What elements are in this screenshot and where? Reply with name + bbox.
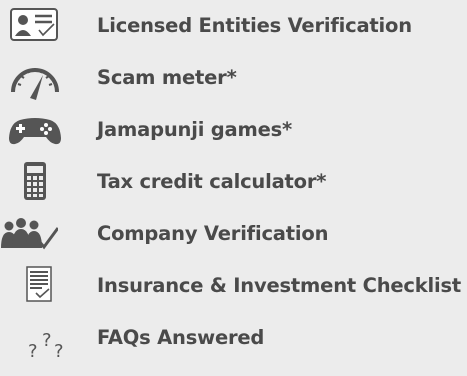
menu-item-jamapunji-games[interactable]: Jamapunji games* — [0, 106, 467, 154]
menu-item-label: FAQs Answered — [97, 326, 265, 349]
svg-text:?: ? — [28, 341, 38, 362]
menu-item-licensed-entities-verification[interactable]: Licensed Entities Verification — [0, 2, 467, 50]
menu-item-insurance-investment-checklist[interactable]: Insurance & Investment Checklist — [0, 262, 467, 310]
people-check-icon — [1, 210, 64, 258]
svg-text:?: ? — [42, 330, 52, 351]
menu-item-label: Jamapunji games* — [97, 118, 293, 141]
menu-item-tax-credit-calculator[interactable]: Tax credit calculator* — [0, 158, 467, 206]
gamepad-icon — [6, 106, 64, 154]
speedometer-icon — [6, 54, 64, 102]
id-card-check-icon — [6, 2, 64, 50]
menu-item-label: Tax credit calculator* — [97, 170, 327, 193]
tools-menu: Licensed Entities Verification Scam mete… — [0, 0, 467, 376]
menu-item-label: Company Verification — [97, 222, 329, 245]
menu-item-company-verification[interactable]: Company Verification — [0, 210, 467, 258]
menu-item-label: Licensed Entities Verification — [97, 14, 412, 37]
checklist-document-icon — [6, 262, 64, 310]
menu-item-scam-meter[interactable]: Scam meter* — [0, 54, 467, 102]
svg-text:?: ? — [54, 341, 64, 362]
menu-item-label: Insurance & Investment Checklist — [97, 274, 462, 297]
menu-item-faqs-answered[interactable]: ? ? ? FAQs Answered — [0, 314, 467, 362]
menu-item-label: Scam meter* — [97, 66, 237, 89]
question-marks-icon: ? ? ? — [6, 314, 64, 362]
calculator-icon — [6, 158, 64, 206]
